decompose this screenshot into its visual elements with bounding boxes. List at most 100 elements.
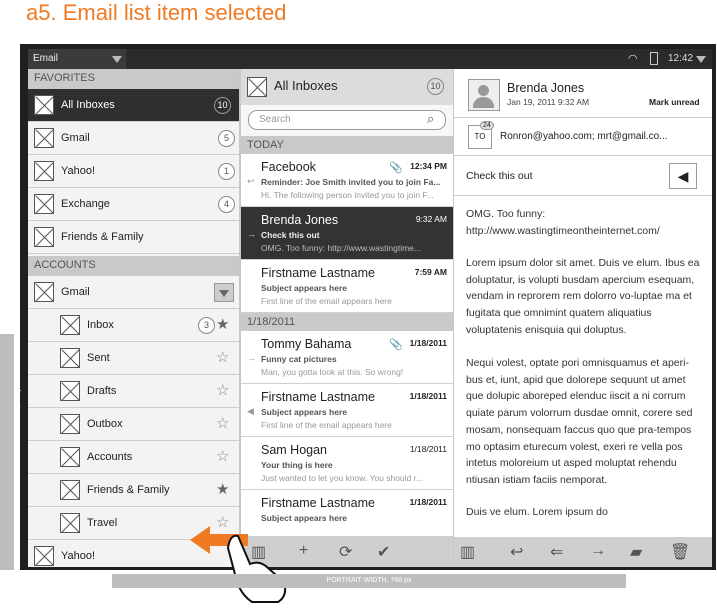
placeholder-icon [34,546,54,566]
chevron-down-icon [112,56,122,63]
folder-inbox[interactable]: Inbox 3 ★ [28,309,239,342]
reply-all-icon[interactable]: ⇐ [550,542,563,562]
folder-accounts[interactable]: Accounts ☆ [28,441,239,474]
folder-friends-family[interactable]: Friends & Family ★ [28,474,239,507]
reply-icon: ↩ [247,176,255,186]
chevron-down-icon [219,290,229,297]
placeholder-icon [34,227,54,247]
message-list-header: All Inboxes 10 [241,69,453,105]
account-gmail[interactable]: Gmail [28,276,239,309]
pane-toggle-icon[interactable]: ▥ [460,542,475,562]
star-outline-icon[interactable]: ☆ [216,447,229,465]
folder-label: Inbox [87,319,114,331]
favorite-gmail[interactable]: Gmail 5 [28,122,239,155]
message-subject: Check this out [466,170,533,182]
forward-icon: → [247,229,256,239]
message-sender: Sam Hogan [261,443,328,457]
favorite-friends-family[interactable]: Friends & Family [28,221,239,254]
swipe-gesture-annotation [190,526,287,603]
message-toolbar: ▥ ↩ ⇐ → ▰ 🗑 [454,537,712,567]
placeholder-icon [34,194,54,214]
message-sender: Firstname Lastname [261,390,375,404]
folder-icon[interactable]: ▰ [630,542,642,562]
star-outline-icon[interactable]: ☆ [216,414,229,432]
message-sender: Tommy Bahama [261,337,352,351]
forward-icon: → [247,353,256,363]
battery-icon [650,52,658,65]
folder-sent[interactable]: Sent ☆ [28,342,239,375]
search-icon[interactable]: ⌕ [427,111,434,127]
message-sender: Facebook [261,160,316,174]
message-item[interactable]: Sam Hogan 1/18/2011 Your thing is here J… [241,437,453,490]
refresh-icon[interactable]: ⟳ [339,542,352,562]
reply-button[interactable]: ◀ [669,163,697,189]
folder-pane: FAVORITES All Inboxes 10 Gmail 5 Yahoo! … [28,69,241,567]
recipient-count: 24 [480,121,494,130]
folder-drafts[interactable]: Drafts ☆ [28,375,239,408]
message-time: 7:59 AM [414,267,447,277]
account-dropdown[interactable]: Email [28,49,126,69]
divider [454,155,712,156]
message-preview: Man, you gotta look at this. So wrong! [261,367,404,377]
placeholder-icon [34,161,54,181]
placeholder-icon [60,315,80,335]
folder-outbox[interactable]: Outbox ☆ [28,408,239,441]
mark-unread-button[interactable]: Mark unread [649,97,700,107]
star-filled-icon[interactable]: ★ [216,480,229,498]
page-title: a5. Email list item selected [26,0,287,25]
forward-icon[interactable]: → [590,542,606,560]
star-outline-icon[interactable]: ☆ [216,381,229,399]
message-date: Jan 19, 2011 9:32 AM [507,97,590,107]
star-outline-icon[interactable]: ☆ [216,348,229,366]
message-item[interactable]: Firstname Lastname 1/18/2011 ◀ Subject a… [241,384,453,437]
message-sender: Firstname Lastname [261,266,375,280]
unread-marker-icon: ◀ [247,406,254,416]
account-dropdown-label: Email [33,53,59,64]
message-list-pane: All Inboxes 10 Search ⌕ TODAY Facebook 📎… [241,69,454,567]
favorites-header: FAVORITES [28,69,239,89]
message-subject: Reminder: Joe Smith invited you to join … [261,177,441,187]
message-item-selected[interactable]: Brenda Jones 9:32 AM → Check this out OM… [241,207,453,260]
favorite-yahoo[interactable]: Yahoo! 1 [28,155,239,188]
message-item[interactable]: Facebook 📎 12:34 PM ↩ Reminder: Joe Smit… [241,154,453,207]
unread-count: 1 [218,163,235,180]
message-subject: Your thing is here [261,460,333,470]
date-group-today: TODAY [241,136,453,154]
status-chevron-icon [696,56,706,63]
search-input[interactable]: Search ⌕ [248,110,446,130]
favorite-all-inboxes[interactable]: All Inboxes 10 [28,89,239,122]
placeholder-icon [34,128,54,148]
account-label: Yahoo! [61,550,96,562]
unread-count: 3 [198,317,215,334]
unread-count: 4 [218,196,235,213]
message-time: 1/18/2011 [409,444,447,454]
body-paragraph: OMG. Too funny: http://www.wastingtimeon… [466,208,660,237]
expand-button[interactable] [214,283,234,302]
favorite-exchange[interactable]: Exchange 4 [28,188,239,221]
message-time: 1/18/2011 [409,497,447,507]
message-subject: Subject appears here [261,283,347,293]
trash-icon[interactable]: 🗑 [670,542,690,562]
sender-name: Brenda Jones [507,81,585,95]
search-placeholder: Search [259,114,291,125]
reply-icon[interactable]: ↩ [510,542,523,562]
height-ruler: STANDARD KEYBOARD HEIGHT, 350 px [0,334,22,570]
accounts-header: ACCOUNTS [28,256,239,276]
body-paragraph: Lorem ipsum dolor sit amet. Duis ve elum… [466,257,700,336]
unread-count: 10 [427,78,444,95]
star-filled-icon[interactable]: ★ [216,315,229,333]
message-item[interactable]: Firstname Lastname 7:59 AM Subject appea… [241,260,453,313]
favorite-label: Gmail [61,132,90,144]
placeholder-icon [60,348,80,368]
compose-icon[interactable]: + [299,542,308,560]
avatar [468,79,500,111]
reading-pane: Brenda Jones Jan 19, 2011 9:32 AM Mark u… [454,69,712,567]
person-icon [478,85,489,96]
unread-count: 5 [218,130,235,147]
message-item[interactable]: Tommy Bahama 📎 1/18/2011 → Funny cat pic… [241,331,453,384]
check-icon[interactable]: ✔ [377,542,390,562]
account-label: Gmail [61,286,90,298]
folder-label: Friends & Family [87,484,170,496]
message-subject: Funny cat pictures [261,354,337,364]
folder-label: Sent [87,352,110,364]
